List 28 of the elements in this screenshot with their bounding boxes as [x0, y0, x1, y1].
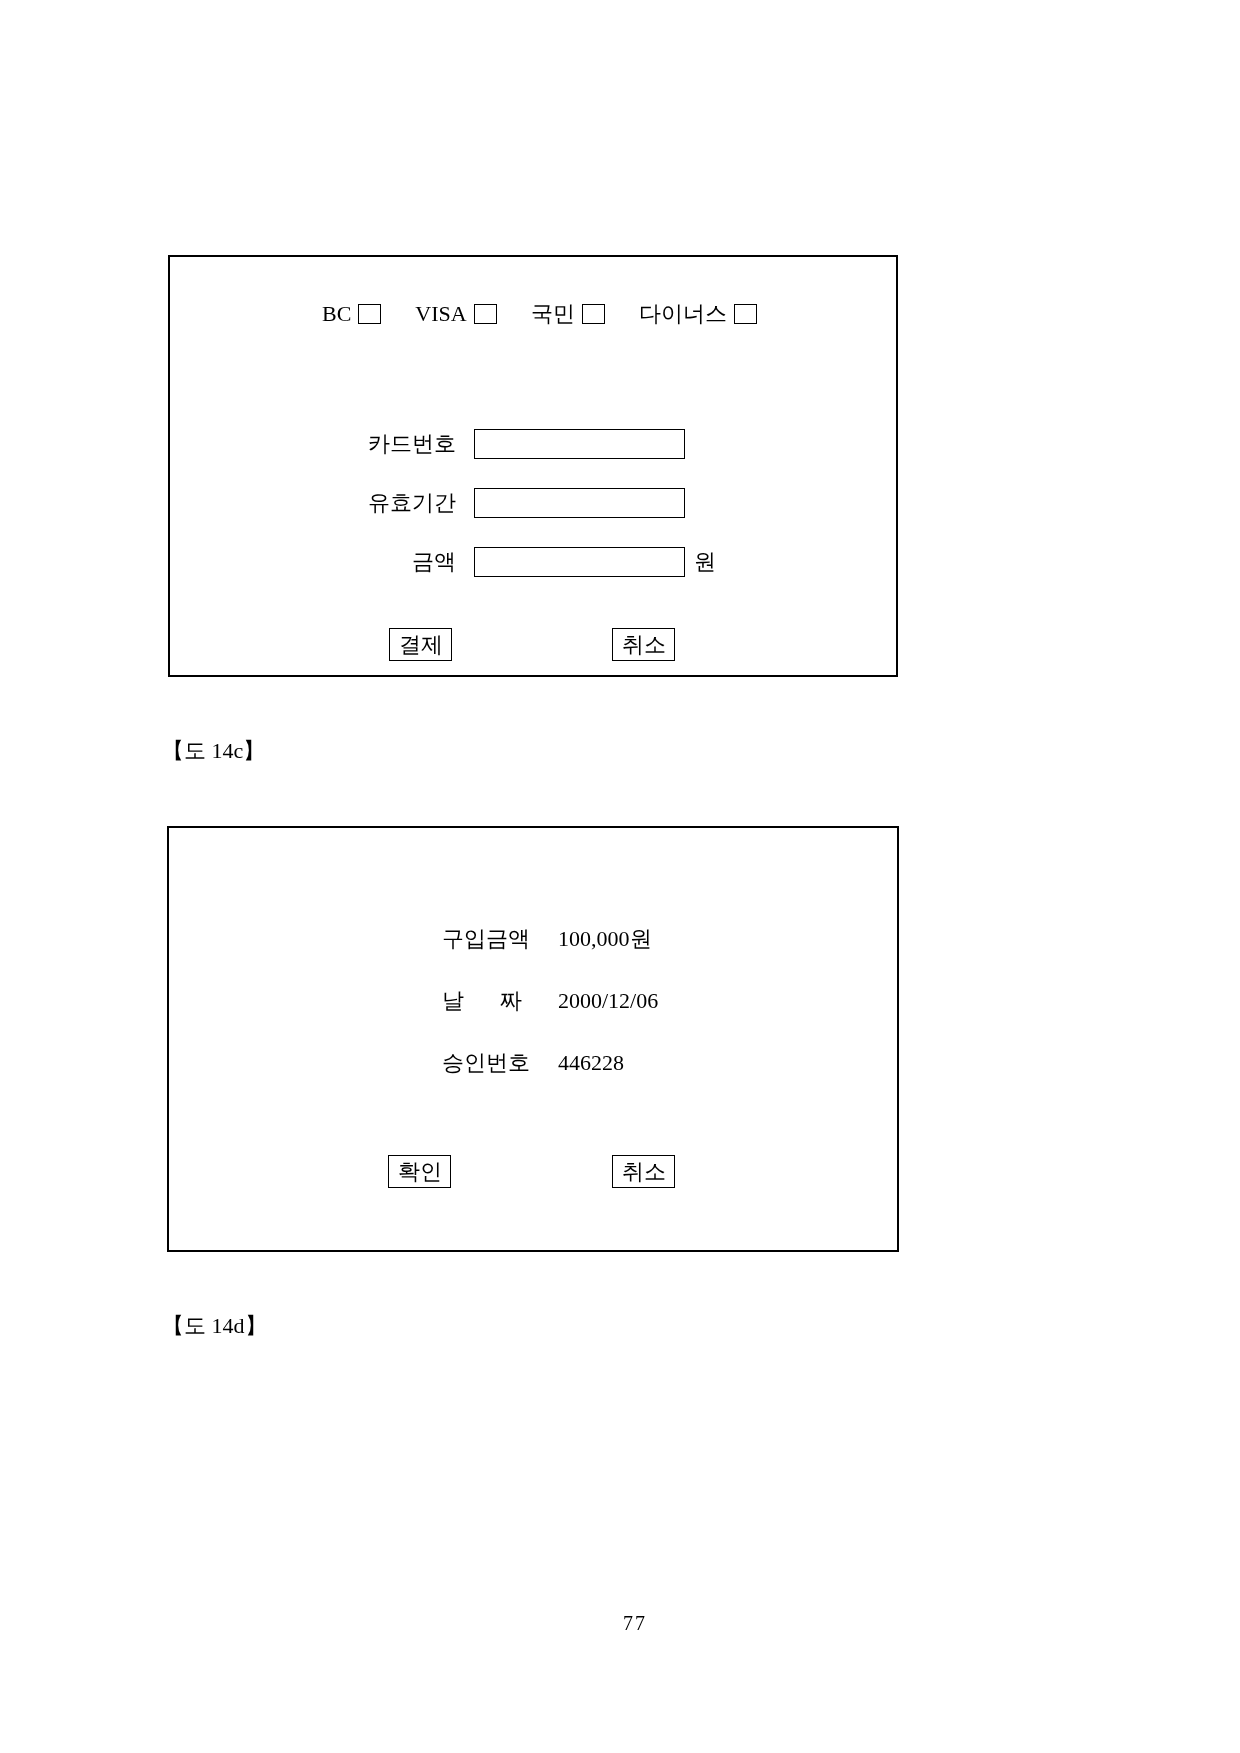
checkbox[interactable] [581, 304, 605, 324]
figure-caption: 【도 14d】 [162, 1313, 267, 1339]
card-type-label: BC [322, 301, 352, 327]
field-label: 카드번호 [367, 431, 456, 457]
input-field[interactable] [474, 547, 685, 577]
checkbox[interactable] [733, 304, 757, 324]
summary-value: 100,000원 [558, 926, 653, 952]
summary-label: 구입금액 [442, 926, 531, 952]
cancel-button[interactable]: 취소 [612, 628, 675, 661]
page-number: 77 [623, 1611, 647, 1635]
input-field[interactable] [474, 429, 685, 459]
summary-label: 승인번호 [442, 1050, 531, 1076]
card-type-label: 국민 [530, 301, 575, 327]
summary-value: 446228 [558, 1050, 625, 1076]
field-label: 유효기간 [367, 490, 456, 516]
unit-label: 원 [694, 549, 716, 575]
cancel-button[interactable]: 취소 [612, 1155, 675, 1188]
card-type-label: 다이너스 [638, 301, 727, 327]
input-field[interactable] [474, 488, 685, 518]
field-label: 금액 [411, 549, 456, 575]
summary-label: 날 짜 [442, 988, 523, 1014]
card-type-label: VISA [415, 301, 467, 327]
pay-button[interactable]: 결제 [389, 628, 452, 661]
checkbox[interactable] [358, 304, 382, 324]
confirm-button[interactable]: 확인 [388, 1155, 451, 1188]
figure-caption: 【도 14c】 [162, 738, 266, 764]
checkbox[interactable] [473, 304, 497, 324]
summary-value: 2000/12/06 [558, 988, 659, 1014]
